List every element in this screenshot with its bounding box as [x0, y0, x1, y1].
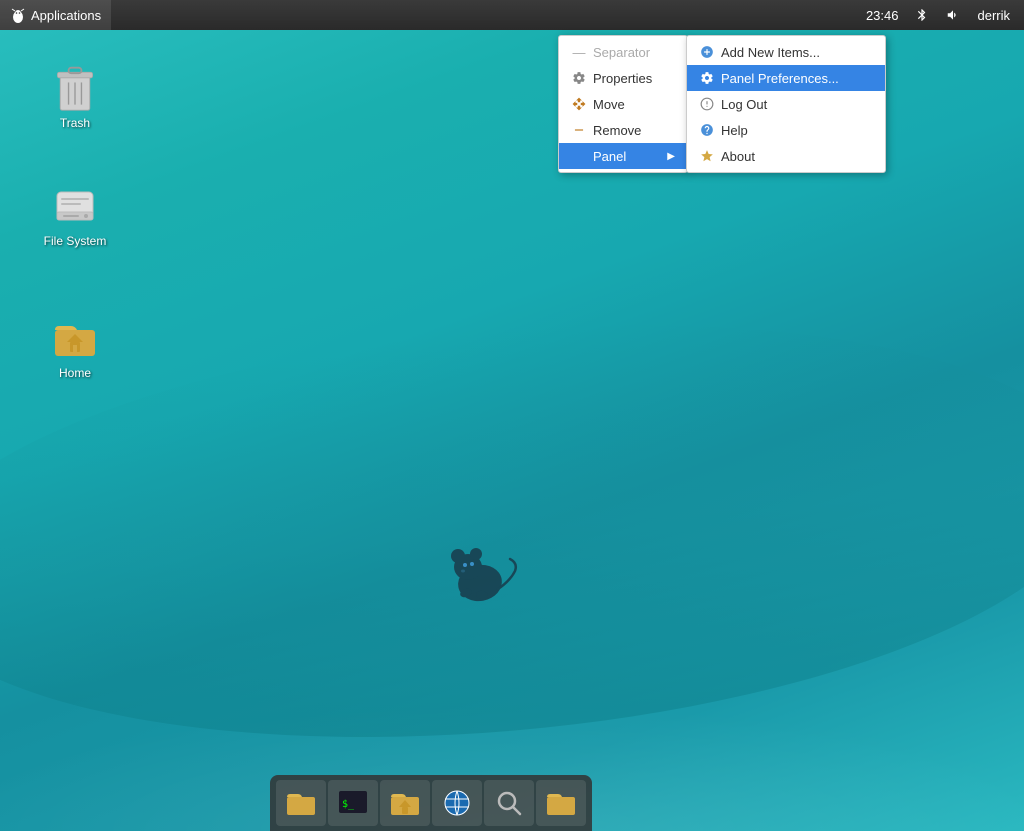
remove-icon: [571, 122, 587, 138]
menu-item-separator[interactable]: — Separator: [559, 39, 687, 65]
trash-icon-item[interactable]: Trash: [35, 60, 115, 134]
trash-icon-image: [51, 64, 99, 112]
properties-icon: [571, 70, 587, 86]
taskbar-network-icon: [441, 787, 473, 819]
bottom-taskbar: $_: [270, 775, 592, 831]
properties-label: Properties: [593, 71, 652, 86]
applications-label: Applications: [31, 8, 101, 23]
help-label: Help: [721, 123, 748, 138]
submenu-about[interactable]: About: [687, 143, 885, 169]
menu-item-move[interactable]: Move: [559, 91, 687, 117]
filesystem-label: File System: [44, 234, 107, 248]
home-icon-image: [51, 314, 99, 362]
home-label: Home: [59, 366, 91, 380]
panel-arrow: ▶: [667, 151, 675, 162]
context-menu: — Separator Properties Move Remove Panel…: [558, 35, 688, 173]
volume-icon: [946, 8, 960, 22]
logout-icon: [699, 96, 715, 112]
desktop: Applications 23:46 derrik: [0, 0, 1024, 831]
trash-svg: [53, 64, 97, 112]
move-label: Move: [593, 97, 625, 112]
time-display[interactable]: 23:46: [860, 0, 905, 30]
taskbar-extra-icon: [545, 787, 577, 819]
remove-label: Remove: [593, 123, 641, 138]
bluetooth-button[interactable]: [909, 0, 935, 30]
top-panel: Applications 23:46 derrik: [0, 0, 1024, 30]
about-icon: [699, 148, 715, 164]
taskbar-folder-icon: [285, 787, 317, 819]
move-icon: [571, 96, 587, 112]
menu-item-remove[interactable]: Remove: [559, 117, 687, 143]
mouse-mascot: [430, 531, 530, 611]
panel-icon: [571, 148, 587, 164]
add-items-icon: [699, 44, 715, 60]
applications-icon: [10, 7, 26, 23]
svg-text:$_: $_: [342, 799, 355, 810]
menu-item-panel[interactable]: Panel ▶: [559, 143, 687, 169]
prefs-icon: [699, 70, 715, 86]
bluetooth-icon: [915, 8, 929, 22]
add-new-items-label: Add New Items...: [721, 45, 820, 60]
taskbar-btn-terminal[interactable]: $_: [328, 780, 378, 826]
applications-menu[interactable]: Applications: [0, 0, 111, 30]
filesystem-icon-image: [51, 182, 99, 230]
home-icon-item[interactable]: Home: [35, 310, 115, 384]
submenu-add-new-items[interactable]: Add New Items...: [687, 39, 885, 65]
taskbar-btn-extra[interactable]: [536, 780, 586, 826]
taskbar-btn-files[interactable]: [276, 780, 326, 826]
help-icon: [699, 122, 715, 138]
panel-submenu: Add New Items... Panel Preferences... Lo…: [686, 35, 886, 173]
panel-right: 23:46 derrik: [860, 0, 1024, 30]
taskbar-btn-home[interactable]: [380, 780, 430, 826]
filesystem-icon-item[interactable]: File System: [35, 178, 115, 252]
taskbar-home-icon: [389, 787, 421, 819]
taskbar-terminal-icon: $_: [337, 787, 369, 819]
taskbar-btn-network[interactable]: [432, 780, 482, 826]
mouse-svg: [430, 531, 530, 611]
about-label: About: [721, 149, 755, 164]
trash-label: Trash: [60, 116, 90, 130]
menu-item-properties[interactable]: Properties: [559, 65, 687, 91]
home-svg: [53, 316, 97, 360]
panel-preferences-label: Panel Preferences...: [721, 71, 839, 86]
separator-icon: —: [571, 44, 587, 60]
submenu-log-out[interactable]: Log Out: [687, 91, 885, 117]
separator-label: Separator: [593, 45, 650, 60]
volume-button[interactable]: [940, 0, 966, 30]
panel-label: Panel: [593, 149, 626, 164]
taskbar-btn-search[interactable]: [484, 780, 534, 826]
submenu-help[interactable]: Help: [687, 117, 885, 143]
submenu-panel-preferences[interactable]: Panel Preferences...: [687, 65, 885, 91]
user-display[interactable]: derrik: [971, 0, 1016, 30]
filesystem-svg: [53, 184, 97, 228]
taskbar-search-icon: [493, 787, 525, 819]
log-out-label: Log Out: [721, 97, 767, 112]
